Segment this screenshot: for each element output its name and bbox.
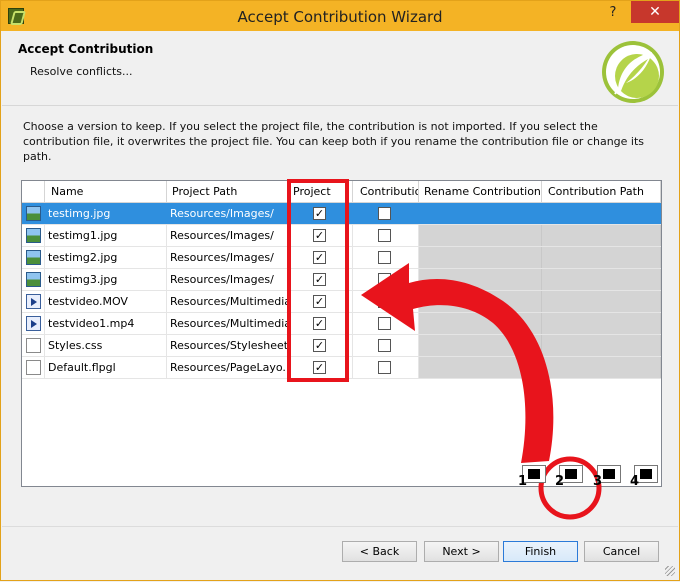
contribution-checkbox[interactable] <box>378 251 391 264</box>
image-file-icon <box>26 272 41 287</box>
column-header-name[interactable]: Name <box>45 181 167 203</box>
instructions-text: Choose a version to keep. If you select … <box>23 120 645 163</box>
help-button[interactable]: ? <box>603 5 623 25</box>
project-path: Resources/Stylesheets/ <box>167 335 288 356</box>
pager-label-4: 4 <box>630 474 640 489</box>
rename-contribution-cell[interactable] <box>419 203 542 224</box>
file-icon-cell <box>22 313 45 334</box>
file-name: testimg1.jpg <box>45 225 167 246</box>
contribution-checkbox[interactable] <box>378 317 391 330</box>
contribution-checkbox[interactable] <box>378 229 391 242</box>
feather-logo-icon <box>602 41 664 103</box>
image-file-icon <box>26 206 41 221</box>
close-button[interactable]: ✕ <box>631 1 679 23</box>
file-name: testimg.jpg <box>45 203 167 224</box>
contribution-path-cell[interactable] <box>542 357 661 378</box>
contribution-cell <box>353 313 419 334</box>
file-icon-cell <box>22 357 45 378</box>
contribution-cell <box>353 357 419 378</box>
contribution-path-cell[interactable] <box>542 269 661 290</box>
project-path: Resources/Images/ <box>167 225 288 246</box>
pager-label-2: 2 <box>555 474 565 489</box>
contribution-path-cell[interactable] <box>542 247 661 268</box>
video-file-icon <box>26 316 41 331</box>
contribution-checkbox[interactable] <box>378 273 391 286</box>
contribution-path-cell[interactable] <box>542 225 661 246</box>
contribution-cell <box>353 335 419 356</box>
file-name: testimg3.jpg <box>45 269 167 290</box>
project-path: Resources/Multimedia/ <box>167 291 288 312</box>
page-subtitle: Resolve conflicts... <box>30 65 133 78</box>
project-path: Resources/Images/ <box>167 203 288 224</box>
finish-button[interactable]: Finish <box>503 541 578 562</box>
window-title: Accept Contribution Wizard <box>237 8 443 26</box>
contribution-checkbox[interactable] <box>378 361 391 374</box>
file-name: Styles.css <box>45 335 167 356</box>
rename-contribution-cell[interactable] <box>419 225 542 246</box>
file-icon-cell <box>22 247 45 268</box>
next-button[interactable]: Next > <box>424 541 499 562</box>
column-header-icon <box>22 181 45 203</box>
contribution-checkbox[interactable] <box>378 339 391 352</box>
back-button[interactable]: < Back <box>342 541 417 562</box>
document-file-icon <box>26 360 41 375</box>
column-header-contribution-path[interactable]: Contribution Path <box>542 181 661 203</box>
contribution-cell <box>353 225 419 246</box>
contribution-path-cell[interactable] <box>542 313 661 334</box>
image-file-icon <box>26 228 41 243</box>
file-icon-cell <box>22 291 45 312</box>
video-file-icon <box>26 294 41 309</box>
image-file-icon <box>26 250 41 265</box>
file-name: testvideo1.mp4 <box>45 313 167 334</box>
title-bar[interactable]: Accept Contribution Wizard ? ✕ <box>1 1 679 31</box>
contribution-cell <box>353 269 419 290</box>
contribution-path-cell[interactable] <box>542 335 661 356</box>
file-name: testimg2.jpg <box>45 247 167 268</box>
project-path: Resources/Multimedia/ <box>167 313 288 334</box>
page-title: Accept Contribution <box>18 42 154 56</box>
cancel-button[interactable]: Cancel <box>584 541 659 562</box>
file-name: testvideo.MOV <box>45 291 167 312</box>
project-path: Resources/PageLayo... <box>167 357 288 378</box>
file-icon-cell <box>22 269 45 290</box>
contribution-cell <box>353 203 419 224</box>
rename-contribution-cell[interactable] <box>419 291 542 312</box>
contribution-checkbox[interactable] <box>378 295 391 308</box>
column-header-contribution[interactable]: Contribution <box>353 181 419 203</box>
file-icon-cell <box>22 225 45 246</box>
contribution-checkbox[interactable] <box>378 207 391 220</box>
contribution-cell <box>353 247 419 268</box>
wizard-window: Accept Contribution Wizard ? ✕ Accept Co… <box>0 0 680 581</box>
rename-contribution-cell[interactable] <box>419 313 542 334</box>
pager-label-3: 3 <box>593 474 603 489</box>
contribution-path-cell[interactable] <box>542 203 661 224</box>
contribution-cell <box>353 291 419 312</box>
document-file-icon <box>26 338 41 353</box>
rename-contribution-cell[interactable] <box>419 335 542 356</box>
rename-contribution-cell[interactable] <box>419 247 542 268</box>
contribution-path-cell[interactable] <box>542 291 661 312</box>
rename-contribution-cell[interactable] <box>419 269 542 290</box>
file-icon-cell <box>22 335 45 356</box>
project-path: Resources/Images/ <box>167 269 288 290</box>
wizard-header: Accept Contribution Resolve conflicts... <box>2 31 678 106</box>
project-column-highlight <box>287 179 349 382</box>
rename-contribution-cell[interactable] <box>419 357 542 378</box>
footer-divider <box>2 526 678 527</box>
project-path: Resources/Images/ <box>167 247 288 268</box>
resize-grip-icon[interactable] <box>665 566 675 576</box>
column-header-rename-contribution[interactable]: Rename Contribution <box>419 181 542 203</box>
column-header-project-path[interactable]: Project Path <box>167 181 288 203</box>
pager-label-1: 1 <box>518 474 528 489</box>
file-icon-cell <box>22 203 45 224</box>
file-name: Default.flpgl <box>45 357 167 378</box>
